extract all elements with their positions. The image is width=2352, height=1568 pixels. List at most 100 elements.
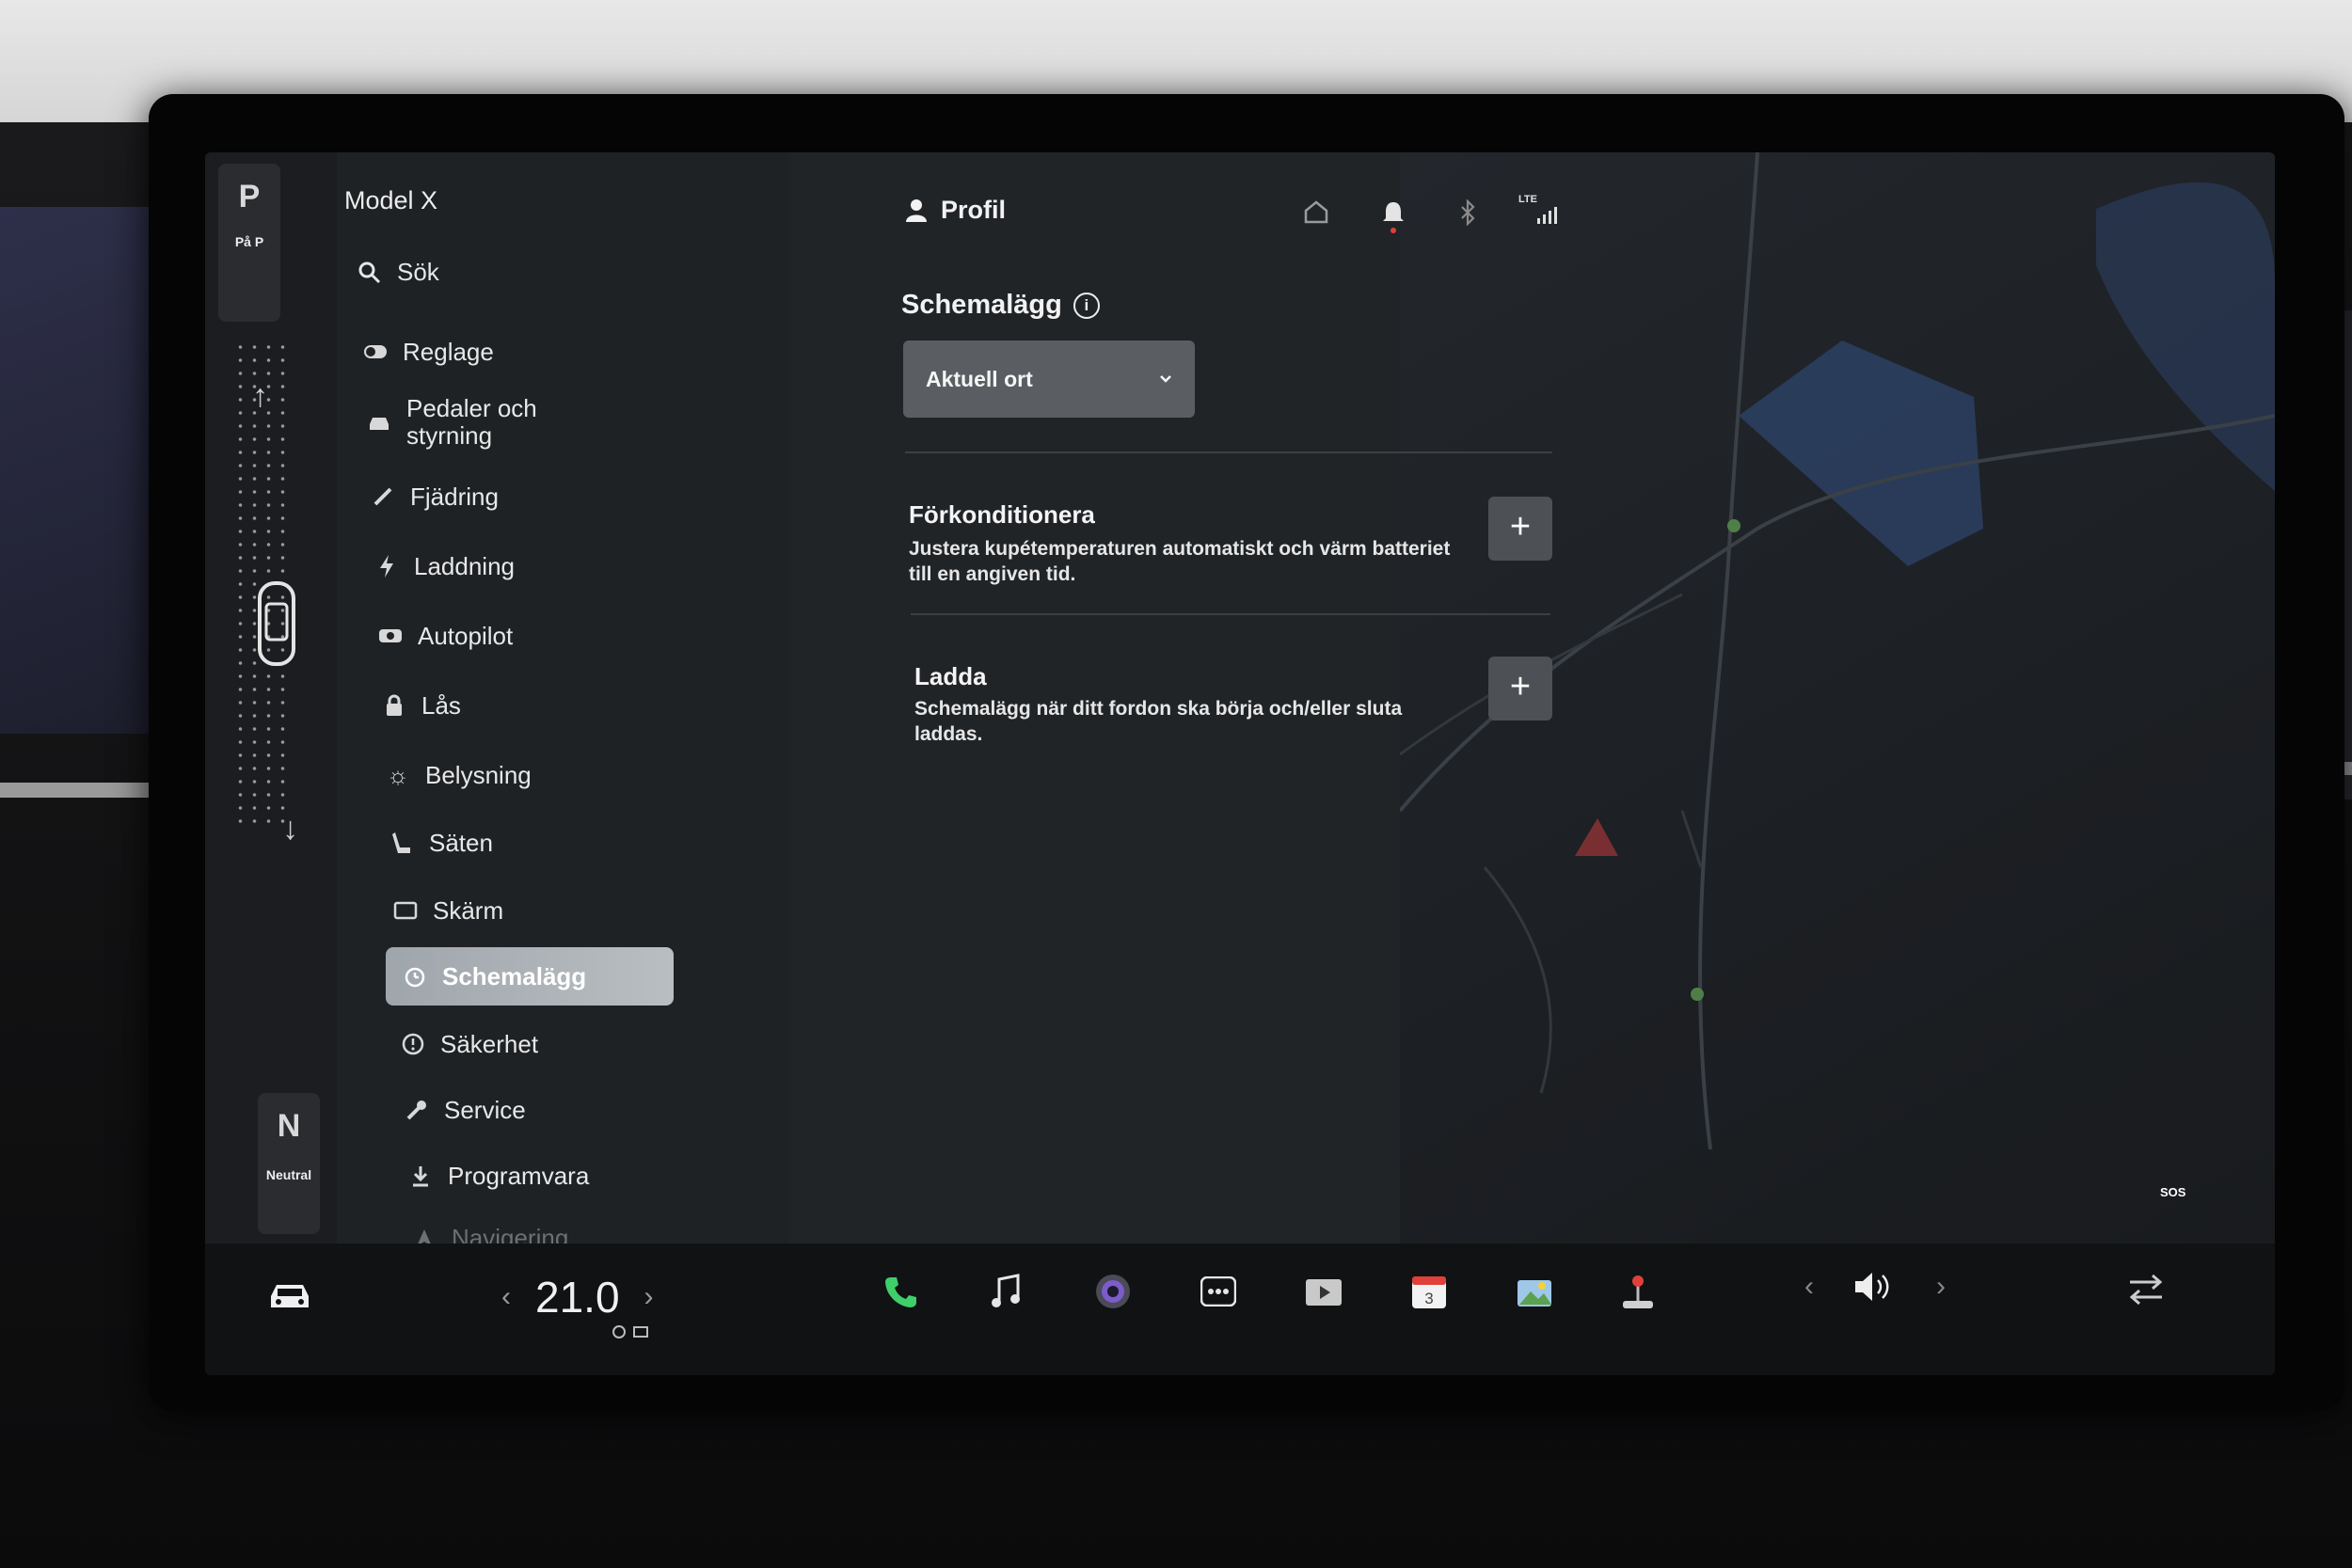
sidebar-item-reglage[interactable]: Reglage [363,325,494,378]
volume-control[interactable]: ‹ › [1804,1270,1946,1304]
gear-neutral[interactable]: N Neutral [258,1093,320,1234]
sidebar-item-saten[interactable]: Säten [389,816,493,869]
sidebar-item-schemalagg[interactable]: Schemalägg [386,947,674,1006]
add-preconditioning-button[interactable]: + [1488,497,1552,561]
schedule-title: Schemalägg i [901,290,1100,321]
toggle-icon [363,340,388,364]
sidebar-item-label: Säten [429,828,493,857]
charge-title: Ladda [914,662,987,690]
sidebar-item-service[interactable]: Service [405,1084,526,1136]
sidebar-item-label: Laddning [414,551,515,580]
sidebar-item-label: Skärm [433,895,504,925]
sidebar-item-label: Säkerhet [440,1029,539,1058]
preconditioning-title: Förkonditionera [909,500,1095,529]
schedule-panel: Profil LTE Schemalägg i Aktuell ort Förk… [788,152,1557,1243]
bolt-icon [374,554,399,578]
chevron-down-icon [1160,375,1171,383]
camera-icon[interactable] [1091,1270,1135,1313]
sidebar-item-belysning[interactable]: ☼ Belysning [386,749,532,801]
person-icon [906,198,927,222]
touchscreen: SOS P På P ↑ ↓ N Neutral Model X Sök Reg… [205,152,2275,1375]
sidebar-item-label: Service [444,1095,526,1124]
bell-icon[interactable] [1381,199,1406,240]
sidebar-item-las[interactable]: Lås [382,679,461,732]
alert-circle-icon [401,1032,425,1056]
profile-label: Profil [941,196,1007,224]
car-icon [367,410,391,435]
download-icon [408,1164,433,1188]
volume-decrease-chevron-icon[interactable]: ‹ [1804,1271,1814,1303]
wrench-icon [405,1098,429,1122]
home-icon[interactable] [1304,199,1328,229]
lte-label: LTE [1518,194,1537,205]
sidebar-item-label: Pedaler och styrning [406,394,537,450]
sos-label[interactable]: SOS [2160,1185,2185,1199]
bottom-dock: ‹ 21.0 › 3 ‹ › [205,1243,2275,1375]
sidebar-item-label: Lås [421,690,461,720]
gear-park-status: På P [234,234,264,249]
display-icon [393,898,418,923]
gear-neutral-letter: N [277,1108,301,1144]
speaker-icon[interactable] [1853,1270,1897,1304]
music-icon[interactable] [984,1270,1027,1313]
calendar-day: 3 [1424,1290,1433,1307]
sidebar-item-label: Autopilot [418,621,514,650]
vehicle-model: Model X [344,186,438,214]
lock-icon [382,693,406,718]
photo-gallery-icon[interactable] [1513,1270,1556,1313]
charge-description: Schemalägg när ditt fordon ska börja och… [914,698,1403,745]
bluetooth-icon[interactable] [1458,198,1477,230]
profile-button[interactable]: Profil [905,196,1006,225]
sidebar-item-skarm[interactable]: Skärm [393,884,503,937]
video-icon[interactable] [1302,1270,1345,1313]
add-charge-schedule-button[interactable]: + [1488,657,1552,721]
divider [905,451,1552,453]
calendar-icon[interactable]: 3 [1407,1270,1451,1313]
sun-icon: ☼ [387,760,409,789]
cabin-temperature: 21.0 [535,1273,620,1322]
suspension-icon [371,484,395,509]
sidebar-item-label: Programvara [448,1161,590,1190]
location-dropdown-value: Aktuell ort [926,366,1033,391]
preconditioning-description: Justera kupétemperaturen automatiskt och… [909,538,1451,585]
section-title-text: Schemalägg [901,290,1062,320]
divider [911,613,1550,615]
alarm-clock-icon [403,964,427,989]
gear-selector[interactable]: P På P ↑ ↓ N Neutral [205,152,337,1243]
car-top-view-icon [256,581,297,671]
sidebar-item-sakerhet[interactable]: Säkerhet [401,1018,538,1070]
temp-decrease-chevron-icon[interactable]: ‹ [501,1281,511,1313]
sidebar-item-pedaler[interactable]: Pedaler och styrning [367,389,557,455]
phone-icon[interactable] [879,1270,922,1313]
steering-wheel-icon [378,624,403,648]
search-label: Sök [397,258,439,286]
search-button[interactable]: Sök [358,258,439,287]
gear-up-arrow-icon: ↑ [252,378,268,414]
more-icon[interactable] [1197,1270,1240,1313]
gear-down-arrow-icon: ↓ [282,811,298,847]
sidebar-item-label: Schemalägg [442,961,587,990]
sidebar-item-laddning[interactable]: Laddning [374,540,515,593]
car-icon[interactable] [267,1274,310,1317]
sidebar-item-label: Belysning [425,760,532,789]
sidebar-item-autopilot[interactable]: Autopilot [378,610,513,662]
seat-icon [389,831,414,855]
sidebar-item-fjadring[interactable]: Fjädring [371,470,499,523]
sidebar-item-label: Reglage [403,337,494,366]
lte-signal-icon: LTE [1518,194,1560,229]
info-icon[interactable]: i [1073,292,1100,319]
sidebar-item-programvara[interactable]: Programvara [408,1149,589,1202]
volume-increase-chevron-icon[interactable]: › [1936,1271,1946,1303]
sidebar-item-label: Fjädring [410,482,499,511]
joystick-icon[interactable] [1616,1270,1660,1313]
location-dropdown[interactable]: Aktuell ort [903,341,1195,418]
seat-heater-icon[interactable] [610,1323,651,1341]
gear-park[interactable]: P På P [218,164,280,322]
search-icon [358,261,381,283]
temp-increase-chevron-icon[interactable]: › [644,1281,654,1313]
gear-neutral-status: Neutral [265,1167,312,1182]
gear-park-letter: P [238,179,261,214]
swap-arrows-icon[interactable] [2124,1268,2168,1311]
climate-control[interactable]: ‹ 21.0 › [501,1272,654,1323]
settings-sidebar: Model X Sök Reglage Pedaler och styrning… [337,152,788,1252]
